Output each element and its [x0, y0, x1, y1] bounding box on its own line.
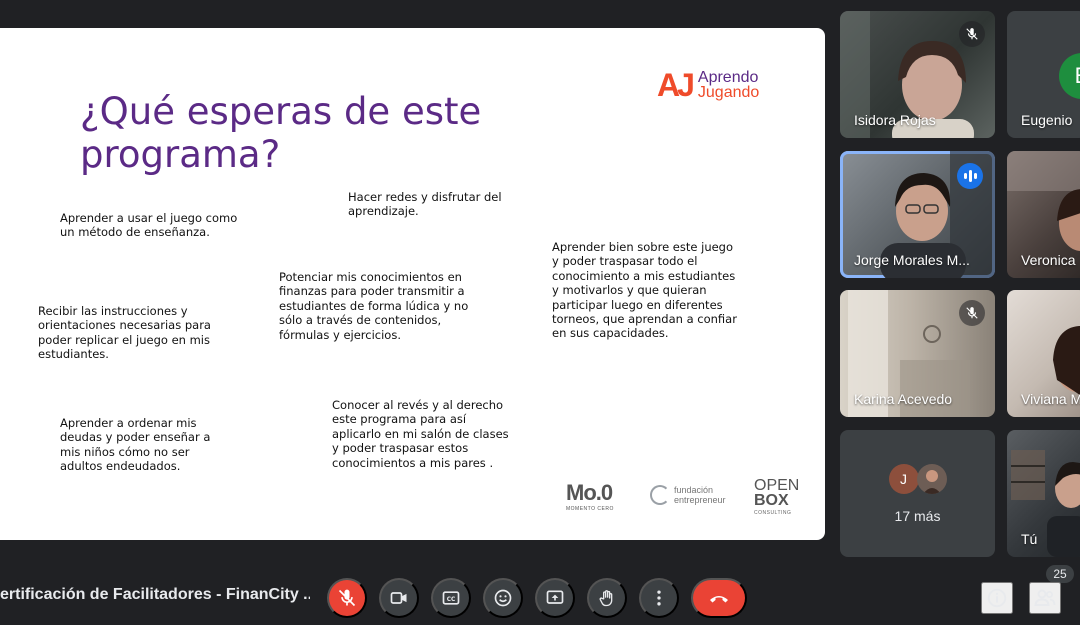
more-vert-icon [657, 590, 661, 606]
momento-cero-sub: MOMENTO CERO [566, 506, 614, 512]
mic-off-icon [338, 589, 356, 607]
participant-tile[interactable]: Karina Acevedo [840, 290, 995, 417]
people-button[interactable] [1029, 582, 1061, 614]
participant-name: Tú [1021, 531, 1038, 547]
self-view-tile[interactable]: Tú [1007, 430, 1080, 557]
info-icon [987, 588, 1007, 608]
brand-logo: AJ Aprendo Jugando [657, 66, 760, 103]
camera-toggle-button[interactable] [379, 578, 419, 618]
meeting-title: ertificación de Facilitadores - FinanCit… [0, 586, 310, 603]
emoji-icon [494, 589, 512, 607]
participant-name: Karina Acevedo [854, 391, 953, 407]
more-participants-label: 17 más [894, 508, 941, 524]
participant-name: Jorge Morales M... [854, 252, 970, 268]
fundacion-circle-icon [650, 485, 670, 505]
raise-hand-icon [599, 590, 613, 607]
participant-tile[interactable]: Veronica [1007, 151, 1080, 278]
more-options-button[interactable] [639, 578, 679, 618]
audio-bars-icon [963, 170, 977, 182]
sticky-note: Potenciar mis conocimientos en finanzas … [279, 270, 469, 342]
participant-tile-speaking[interactable]: Jorge Morales M... [840, 151, 995, 278]
emoji-reaction-button[interactable] [483, 578, 523, 618]
mic-off-icon [966, 28, 978, 40]
sticky-note: Aprender bien sobre este juego y poder t… [552, 240, 737, 341]
brand-line-2: Jugando [697, 84, 760, 101]
avatar-photo-icon [922, 470, 941, 494]
participant-name: Veronica [1021, 252, 1076, 268]
sticky-note: Hacer redes y disfrutar del aprendizaje. [348, 190, 502, 219]
more-participants-tile[interactable]: J 17 más [840, 430, 995, 557]
mic-off-indicator [959, 300, 985, 326]
participant-name: Viviana M [1021, 391, 1080, 407]
fundacion-logo: fundación entrepreneur [650, 485, 726, 505]
participant-video [1011, 450, 1080, 557]
captions-button[interactable]: CC [431, 578, 471, 618]
avatar: J [888, 464, 919, 494]
avatar: E [1059, 53, 1080, 99]
raise-hand-button[interactable] [587, 578, 627, 618]
openbox-line-2: BOX [754, 492, 789, 509]
fundacion-line-1: fundación [674, 485, 714, 495]
openbox-sub: CONSULTING [754, 510, 792, 516]
leave-call-button[interactable] [691, 578, 747, 618]
svg-text:CC: CC [447, 597, 456, 603]
sticky-note: Aprender a usar el juego como un método … [60, 211, 238, 240]
sticky-note: Recibir las instrucciones y orientacione… [38, 304, 211, 362]
brand-mark: AJ [657, 66, 695, 103]
meet-window: ¿Qué esperas de este programa? AJ Aprend… [0, 0, 1080, 625]
hangup-icon [710, 596, 728, 603]
camera-icon [390, 592, 407, 604]
participant-name: Isidora Rojas [854, 112, 936, 128]
openbox-logo: OPEN BOX [754, 478, 799, 509]
partner-logos: Mo.0 MOMENTO CERO fundación entrepreneur… [566, 478, 806, 520]
participant-name: Eugenio [1021, 112, 1073, 128]
mic-off-indicator [959, 21, 985, 47]
sticky-note: Aprender a ordenar mis deudas y poder en… [60, 416, 211, 474]
participant-tile[interactable]: Isidora Rojas [840, 11, 995, 138]
participant-tile[interactable]: Viviana M [1007, 290, 1080, 417]
captions-icon: CC [442, 591, 460, 605]
participant-tile[interactable]: E Eugenio [1007, 11, 1080, 138]
momento-cero-logo: Mo.0 [566, 480, 613, 505]
speaking-indicator [957, 163, 983, 189]
present-screen-button[interactable] [535, 578, 575, 618]
mic-toggle-button[interactable] [327, 578, 367, 618]
fundacion-line-2: entrepreneur [674, 495, 726, 505]
mic-off-icon [966, 307, 978, 319]
more-avatars: J [840, 464, 995, 494]
meeting-info-button[interactable] [981, 582, 1013, 614]
presentation-slide: ¿Qué esperas de este programa? AJ Aprend… [0, 28, 825, 540]
brand-line-1: Aprendo [697, 69, 759, 86]
people-icon [1034, 589, 1056, 606]
participant-count-badge: 25 [1046, 565, 1074, 583]
sticky-note: Conocer al revés y al derecho este progr… [332, 398, 509, 470]
present-icon [546, 590, 564, 604]
avatar-photo [916, 464, 947, 494]
slide-title: ¿Qué esperas de este programa? [80, 90, 482, 176]
